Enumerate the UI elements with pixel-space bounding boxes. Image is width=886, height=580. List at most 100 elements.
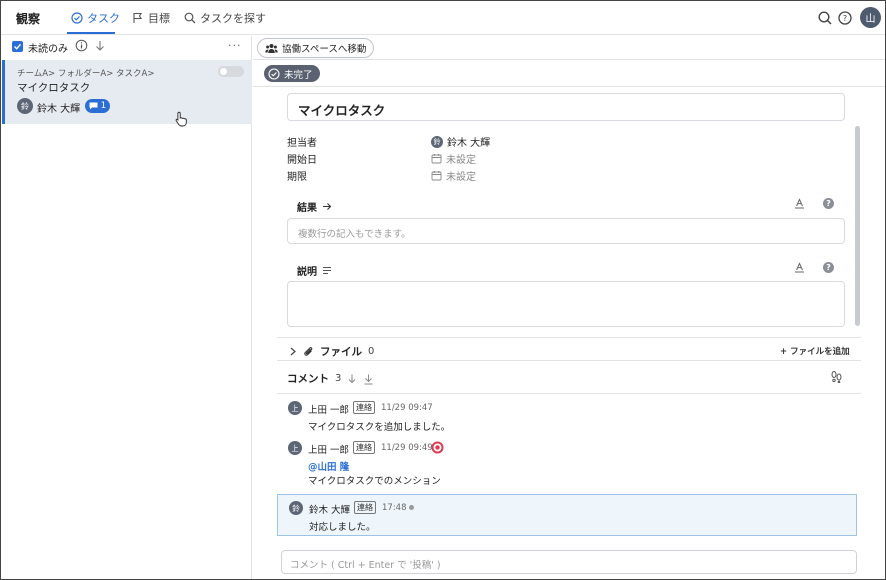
unread-only-checkbox[interactable] xyxy=(12,41,23,52)
comment-count: 1 xyxy=(100,101,107,111)
status-incomplete-button[interactable]: 未完了 xyxy=(264,65,320,82)
app-window: 観察 タスク 目標 タスクを探す ? 山 未読のみ ··· チームA> フォルダ… xyxy=(0,0,886,580)
panel-scrollbar[interactable] xyxy=(855,126,860,326)
result-input[interactable]: 複数行の記入もできます。 xyxy=(287,218,845,244)
help-icon[interactable]: ? xyxy=(823,262,834,273)
app-title: 観察 xyxy=(16,12,41,26)
target-icon[interactable] xyxy=(431,441,444,454)
description-input[interactable] xyxy=(287,281,845,327)
comment-input[interactable]: コメント ( Ctrl + Enter で '投稿' ) xyxy=(281,550,857,574)
assignee-avatar: 鈴 xyxy=(431,135,443,148)
lines-icon xyxy=(323,267,331,274)
move-to-workspace-button[interactable]: 協働スペースへ移動 xyxy=(257,38,375,58)
task-detail-panel: マイクロタスク 担当者 鈴 鈴木 大輝 開始日 未設定 期限 未設定 結果 ? … xyxy=(277,88,861,579)
text-format-icon[interactable] xyxy=(794,262,805,273)
comment-time: 11/29 09:47 xyxy=(381,403,433,413)
flag-icon xyxy=(133,12,142,23)
tab-find-tasks-label: タスクを探す xyxy=(200,12,266,25)
hand-cursor-icon xyxy=(175,111,187,127)
comment-tag: 連絡 xyxy=(354,501,376,514)
more-options-icon[interactable]: ··· xyxy=(228,39,242,52)
team-icon xyxy=(265,43,278,53)
start-date-value: 未設定 xyxy=(446,155,476,166)
unread-only-label: 未読のみ xyxy=(28,44,68,55)
task-list-toolbar: 未読のみ ··· xyxy=(1,36,252,58)
top-bar: 観察 タスク 目標 タスクを探す ? 山 xyxy=(1,1,885,35)
sort-down-icon[interactable] xyxy=(94,39,106,52)
status-label: 未完了 xyxy=(284,69,313,81)
comment-tag: 連絡 xyxy=(353,401,375,414)
comment-item: 上 上田 一郎 連絡 11/29 09:47 マイクロタスクを追加しました。 xyxy=(277,394,857,434)
start-date-field[interactable]: 未設定 xyxy=(431,151,476,166)
task-breadcrumb: チームA> フォルダーA> タスクA> xyxy=(17,69,155,79)
comment-time: 17:48 xyxy=(382,503,407,513)
info-icon[interactable] xyxy=(75,39,88,52)
comments-header: コメント 3 xyxy=(287,371,374,386)
arrow-right-icon xyxy=(323,203,332,210)
search-icon[interactable] xyxy=(817,10,833,26)
move-to-workspace-label: 協働スペースへ移動 xyxy=(282,44,367,55)
help-icon[interactable]: ? xyxy=(823,198,834,209)
start-date-label: 開始日 xyxy=(287,155,317,166)
comment-tag: 連絡 xyxy=(353,441,375,454)
assignee-field[interactable]: 鈴 鈴木 大輝 xyxy=(431,134,490,149)
comment-time: 11/29 09:49 xyxy=(381,443,433,453)
comment-author: 鈴木 大輝 xyxy=(309,505,351,516)
tab-find-tasks[interactable]: タスクを探す xyxy=(184,10,266,26)
text-format-icon[interactable] xyxy=(794,198,805,209)
active-tab-indicator xyxy=(67,32,115,34)
calendar-icon xyxy=(431,154,442,164)
check-circle-icon xyxy=(268,67,280,80)
due-date-label: 期限 xyxy=(287,172,307,183)
comment-input-placeholder: コメント ( Ctrl + Enter で '投稿' ) xyxy=(290,560,441,571)
comments-count: 3 xyxy=(335,373,342,384)
comment-item: 上 上田 一郎 連絡 11/29 09:49 @山田 隆 マイクロタスクでのメン… xyxy=(277,434,857,489)
assignee-label: 担当者 xyxy=(287,138,317,149)
comment-mention[interactable]: @山田 隆 xyxy=(308,459,349,473)
help-icon[interactable]: ? xyxy=(837,10,853,26)
comment-text: マイクロタスクでのメンション xyxy=(308,476,441,487)
task-list-item[interactable]: チームA> フォルダーA> タスクA> マイクロタスク 鈴 鈴木 大輝 1 xyxy=(2,60,252,124)
task-title: マイクロタスク xyxy=(298,103,386,118)
description-section-icons: ? xyxy=(794,262,834,273)
files-toggle[interactable]: ファイル 0 xyxy=(289,344,374,359)
assignee-value: 鈴木 大輝 xyxy=(447,138,491,149)
comment-text: マイクロタスクを追加しました。 xyxy=(308,422,451,433)
check-circle-icon xyxy=(71,12,83,24)
scroll-to-bottom-icon[interactable] xyxy=(363,373,374,385)
user-avatar[interactable]: 山 xyxy=(860,7,881,28)
task-item-title: マイクロタスク xyxy=(17,82,91,94)
files-count: 0 xyxy=(368,346,375,357)
tab-tasks[interactable]: タスク xyxy=(71,10,120,26)
unread-dot xyxy=(409,505,414,510)
comment-author: 上田 一郎 xyxy=(308,445,350,456)
result-placeholder: 複数行の記入もできます。 xyxy=(298,229,411,240)
add-file-button[interactable]: + ファイルを追加 xyxy=(780,345,850,357)
assignee-name: 鈴木 大輝 xyxy=(37,104,81,115)
comment-count-badge: 1 xyxy=(85,99,110,113)
description-label: 説明 xyxy=(297,267,317,278)
footprints-icon[interactable] xyxy=(830,370,843,383)
tab-goals[interactable]: 目標 xyxy=(132,10,170,26)
checkmark-icon xyxy=(14,43,22,50)
result-label: 結果 xyxy=(297,203,317,214)
comments-label: コメント xyxy=(287,373,329,385)
tab-goals-label: 目標 xyxy=(148,12,170,25)
files-section: ファイル 0 + ファイルを追加 xyxy=(277,337,861,361)
due-date-field[interactable]: 未設定 xyxy=(431,168,476,183)
arrow-down-icon[interactable] xyxy=(347,373,357,384)
assignee-avatar: 鈴 xyxy=(17,98,33,114)
result-section-header: 結果 xyxy=(297,199,332,214)
calendar-icon xyxy=(431,171,442,181)
task-detail-pane: 協働スペースへ移動 未完了 マイクロタスク 担当者 鈴 鈴木 大輝 開始日 未設… xyxy=(253,36,885,579)
task-list-pane: 未読のみ ··· チームA> フォルダーA> タスクA> マイクロタスク 鈴 鈴… xyxy=(1,36,252,579)
search-icon xyxy=(184,12,196,24)
paperclip-icon xyxy=(304,347,313,356)
comment-text: 対応しました。 xyxy=(309,522,376,533)
comment-avatar: 鈴 xyxy=(289,501,303,515)
result-section-icons: ? xyxy=(794,198,834,209)
comment-list: 上 上田 一郎 連絡 11/29 09:47 マイクロタスクを追加しました。 上… xyxy=(277,393,861,536)
task-toggle[interactable] xyxy=(218,66,244,77)
task-title-field[interactable]: マイクロタスク xyxy=(287,93,845,121)
chevron-right-icon xyxy=(290,347,296,356)
